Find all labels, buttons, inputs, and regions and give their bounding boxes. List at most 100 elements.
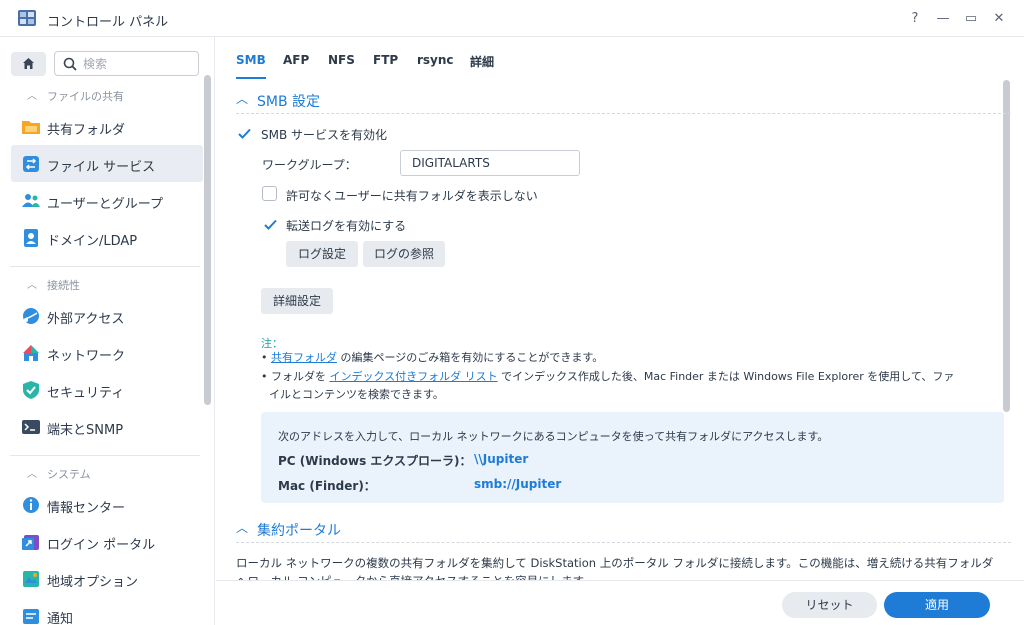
workgroup-label: ワークグループ： xyxy=(262,158,357,172)
sidebar-item-label: ネットワーク xyxy=(47,349,126,364)
portal-section-header[interactable]: ︿ 集約ポータル xyxy=(236,515,1011,543)
sidebar-item-info-center[interactable]: 情報センター xyxy=(11,486,203,523)
note-text: フォルダを xyxy=(271,370,330,383)
search-icon xyxy=(63,57,77,71)
footer-bar: リセット 適用 xyxy=(216,580,1024,625)
terminal-icon xyxy=(22,420,40,434)
sidebar-item-users-groups[interactable]: ユーザーとグループ xyxy=(11,182,203,219)
portal-description-line-1: ローカル ネットワークの複数の共有フォルダを集約して DiskStation 上… xyxy=(236,556,994,570)
section-title: 集約ポータル xyxy=(257,523,341,539)
reset-button[interactable]: リセット xyxy=(782,592,877,618)
sidebar-item-login-portal[interactable]: ログイン ポータル xyxy=(11,523,203,560)
advanced-settings-button[interactable]: 詳細設定 xyxy=(261,288,333,314)
info-center-icon xyxy=(23,497,39,513)
group-connectivity[interactable]: ︿ 接続性 xyxy=(0,274,200,294)
hide-shared-folders-label: 許可なくユーザーに共有フォルダを表示しない xyxy=(286,189,538,203)
title-bar: コントロール パネル ? — ▭ ✕ xyxy=(0,0,1024,37)
tab-smb[interactable]: SMB xyxy=(236,53,266,79)
section-title: SMB 設定 xyxy=(257,94,321,110)
pc-address-value: \\Jupiter xyxy=(474,452,529,466)
note-item-1: • 共有フォルダ の編集ページのごみ箱を有効にすることができます。 xyxy=(261,349,603,367)
sidebar-item-label: 通知 xyxy=(47,612,74,625)
group-system[interactable]: ︿ システム xyxy=(0,463,200,483)
control-panel-app-icon xyxy=(18,10,36,26)
tab-advanced[interactable]: 詳細 xyxy=(470,53,494,79)
log-settings-button[interactable]: ログ設定 xyxy=(286,241,358,267)
tab-nfs[interactable]: NFS xyxy=(328,53,355,79)
sidebar-item-shared-folder[interactable]: 共有フォルダ xyxy=(11,108,203,145)
sidebar-item-domain-ldap[interactable]: ドメイン/LDAP xyxy=(11,219,203,256)
sidebar-item-regional-options[interactable]: 地域オプション xyxy=(11,560,203,597)
chevron-up-icon: ︿ xyxy=(236,92,249,106)
group-label: システム xyxy=(47,468,91,481)
shared-folder-link[interactable]: 共有フォルダ xyxy=(271,351,337,364)
window-title: コントロール パネル xyxy=(47,15,169,30)
sidebar-item-label: ファイル サービス xyxy=(47,160,156,175)
tab-ftp[interactable]: FTP xyxy=(373,53,398,79)
transfer-log-checkbox[interactable] xyxy=(262,216,277,231)
regional-options-icon xyxy=(23,571,39,587)
search-box[interactable] xyxy=(54,51,199,76)
note-text: の編集ページのごみ箱を有効にすることができます。 xyxy=(337,351,604,364)
transfer-log-label: 転送ログを有効にする xyxy=(286,219,407,233)
users-groups-icon xyxy=(22,194,40,207)
access-info-box: 次のアドレスを入力して、ローカル ネットワークにあるコンピュータを使って共有フォ… xyxy=(261,412,1004,503)
group-file-sharing[interactable]: ︿ ファイルの共有 xyxy=(0,85,200,105)
external-access-icon xyxy=(23,308,39,324)
close-button[interactable]: ✕ xyxy=(990,10,1008,28)
help-button[interactable]: ? xyxy=(906,10,924,28)
login-portal-icon xyxy=(22,535,39,550)
tab-afp[interactable]: AFP xyxy=(283,53,309,79)
view-logs-button[interactable]: ログの参照 xyxy=(363,241,445,267)
home-button[interactable] xyxy=(11,52,46,76)
apply-button[interactable]: 適用 xyxy=(884,592,990,618)
note-item-2-cont: イルとコンテンツを検索できます。 xyxy=(269,388,444,401)
chevron-up-icon: ︿ xyxy=(27,91,37,102)
sidebar-item-label: 端末とSNMP xyxy=(47,423,124,438)
sidebar-item-label: 情報センター xyxy=(47,501,126,516)
sidebar-item-file-services[interactable]: ファイル サービス xyxy=(11,145,203,182)
tab-bar: SMB AFP NFS FTP rsync 詳細 xyxy=(216,37,1024,79)
chevron-up-icon: ︿ xyxy=(27,280,37,291)
sidebar-item-label: セキュリティ xyxy=(47,386,125,401)
mac-address-label: Mac (Finder)： xyxy=(278,479,376,493)
divider xyxy=(10,455,200,456)
sidebar: ︿ ファイルの共有 共有フォルダ ファイル サービス ユーザーとグループ ド xyxy=(0,37,215,625)
workgroup-field[interactable] xyxy=(400,150,580,176)
smb-section-header[interactable]: ︿ SMB 設定 xyxy=(236,86,1011,114)
search-input[interactable] xyxy=(83,55,193,72)
note-item-2: • フォルダを インデックス付きフォルダ リスト でインデックス作成した後、Ma… xyxy=(261,368,954,386)
note-text: でインデックス作成した後、Mac Finder または Windows File… xyxy=(497,370,955,383)
sidebar-item-notification[interactable]: 通知 xyxy=(11,597,203,625)
divider xyxy=(10,266,200,267)
bullet: • xyxy=(261,370,271,383)
sidebar-item-security[interactable]: セキュリティ xyxy=(11,371,203,408)
notification-icon xyxy=(23,609,39,624)
enable-smb-label: SMB サービスを有効化 xyxy=(261,128,388,142)
maximize-button[interactable]: ▭ xyxy=(962,10,980,28)
sidebar-item-network[interactable]: ネットワーク xyxy=(11,334,203,371)
sidebar-item-label: ドメイン/LDAP xyxy=(47,234,138,249)
mac-address-value: smb://Jupiter xyxy=(474,477,562,491)
sidebar-item-label: ユーザーとグループ xyxy=(47,197,163,212)
chevron-up-icon: ︿ xyxy=(236,521,249,535)
home-icon xyxy=(23,58,34,69)
main-panel: SMB AFP NFS FTP rsync 詳細 ︿ SMB 設定 SMB サー… xyxy=(216,37,1024,625)
sidebar-item-label: ログイン ポータル xyxy=(47,538,156,553)
security-shield-icon xyxy=(23,381,39,399)
pc-address-label: PC (Windows エクスプローラ)： xyxy=(278,454,472,468)
tab-rsync[interactable]: rsync xyxy=(417,53,454,79)
enable-smb-checkbox[interactable] xyxy=(236,125,251,140)
chevron-up-icon: ︿ xyxy=(27,469,37,480)
minimize-button[interactable]: — xyxy=(934,10,952,28)
indexed-folder-list-link[interactable]: インデックス付きフォルダ リスト xyxy=(330,370,498,383)
hide-shared-folders-checkbox[interactable] xyxy=(262,186,277,201)
bullet: • xyxy=(261,351,271,364)
checkmark-icon xyxy=(238,128,251,139)
sidebar-item-external-access[interactable]: 外部アクセス xyxy=(11,297,203,334)
main-scrollbar[interactable] xyxy=(1003,80,1010,412)
sidebar-item-terminal-snmp[interactable]: 端末とSNMP xyxy=(11,408,203,445)
sidebar-scrollbar[interactable] xyxy=(204,75,211,405)
group-label: 接続性 xyxy=(47,279,80,292)
file-services-icon xyxy=(23,156,39,172)
